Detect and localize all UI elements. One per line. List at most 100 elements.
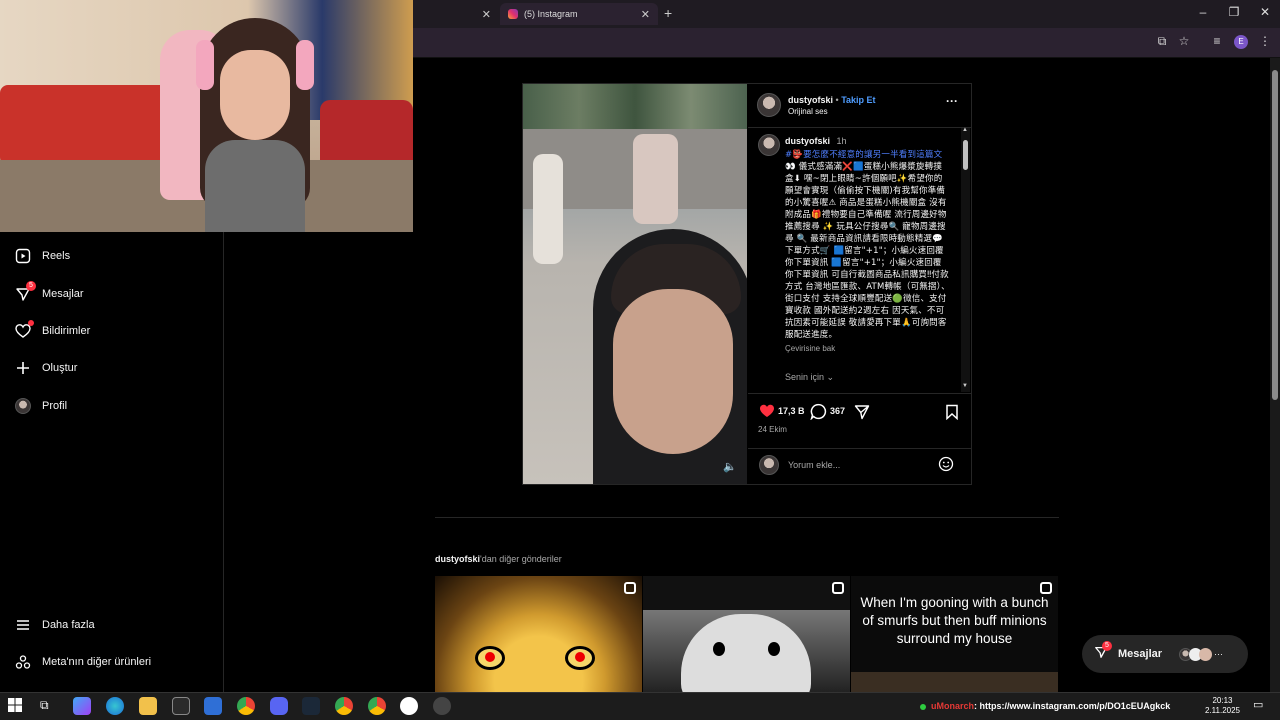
messages-icon: 5 [14,281,36,303]
steam-icon[interactable] [302,697,320,715]
file-explorer-icon[interactable] [139,697,157,715]
minimize-icon[interactable]: – [1193,5,1213,19]
windows-start-icon[interactable] [8,698,22,712]
more-options-icon[interactable]: ··· [946,94,958,108]
profile-avatar[interactable]: E [1234,35,1248,49]
scroll-down-icon[interactable]: ▼ [962,383,968,389]
caption-avatar[interactable] [758,134,780,156]
author-avatar[interactable] [757,93,781,117]
media-control-icon[interactable]: ≡ [1210,34,1224,48]
tab-previous[interactable]: ✕ [413,3,499,25]
sidebar-item-label: Mesajlar [42,288,84,300]
caption-username[interactable]: dustyofski [785,136,830,146]
chrome-icon[interactable] [237,697,255,715]
section-divider [435,517,1059,518]
bookmark-star-icon[interactable]: ☆ [1177,34,1191,48]
follow-button[interactable]: Takip Et [841,95,875,105]
clock-time: 20:13 [1212,696,1233,705]
post-thumbnail[interactable]: When I'm gooning with a bunch of smurfs … [851,576,1058,692]
audio-label[interactable]: Orijinal ses [788,107,828,116]
more-icon: ··· [1214,649,1224,659]
comment-count[interactable]: 367 [830,406,845,416]
close-tab-icon[interactable]: ✕ [641,8,650,21]
page-scroll-thumb[interactable] [1272,70,1278,400]
emoji-icon[interactable] [938,456,954,477]
obs-icon[interactable] [400,697,418,715]
like-count[interactable]: 17,3 B [778,406,805,416]
caption-scroll-thumb[interactable] [963,140,968,170]
browser-toolbar [413,28,1280,58]
post-thumbnail[interactable] [435,576,642,692]
post-thumbnail[interactable] [643,576,850,692]
copilot-icon[interactable] [73,697,91,715]
post-actions: 17,3 B 367 24 Ekim [748,393,971,441]
notification-center-icon[interactable]: ▭ [1253,698,1263,711]
caption-text: 👀 儀式感滿滿❌🟦蛋糕小熊爆漿旋轉撲盒⬇ 嘿~閉上眼睛~許個願吧✨希望你的願望會… [785,162,950,340]
messages-badge: 5 [26,281,36,291]
notification-dot [28,320,34,326]
install-app-icon[interactable]: ⧉ [1155,34,1169,48]
floating-messages-label: Mesajlar [1118,648,1163,660]
save-bookmark-icon[interactable] [945,404,959,425]
sidebar-item-label: Oluştur [42,362,78,374]
chat-ticker: uMonarch: https://www.instagram.com/p/DO… [931,701,1170,711]
comment-icon[interactable] [810,403,827,425]
plus-icon [14,359,32,377]
sidebar-item-reels[interactable]: Reels [14,245,70,267]
messages-badge: 5 [1102,640,1112,651]
tab-instagram[interactable]: (5) Instagram ✕ [500,3,658,25]
comment-input[interactable]: Yorum ekle... [788,460,840,470]
reel-icon [1040,582,1052,594]
close-tab-icon[interactable]: ✕ [482,8,491,21]
separator: • [835,95,839,105]
avatar [1199,647,1213,661]
thumbnail-caption: When I'm gooning with a bunch of smurfs … [860,595,1049,646]
floating-messages-button[interactable]: 5 Mesajlar ··· [1082,635,1248,673]
for-you-dropdown[interactable]: Senin için ⌄ [785,372,834,383]
scroll-up-icon[interactable]: ▲ [962,127,968,133]
caption: dustyofski 1h #👺要怎麼不經意的讓另一半看到這篇文 👀 儀式感滿滿❌… [785,135,950,355]
volume-icon[interactable]: 🔈 [723,460,737,473]
ticker-username: uMonarch [931,701,975,711]
for-you-label: Senin için [785,372,825,382]
sidebar-item-meta[interactable]: Meta'nın diğer ürünleri [14,651,151,673]
task-view-icon[interactable]: ⧉ [40,698,49,713]
reels-icon [14,247,32,265]
reel-icon [624,582,636,594]
close-window-icon[interactable]: ✕ [1255,5,1275,19]
discord-icon[interactable] [270,697,288,715]
restore-icon[interactable]: ❐ [1224,5,1244,19]
instagram-icon [508,9,518,19]
chrome-icon[interactable] [368,697,386,715]
share-icon[interactable] [854,404,870,425]
more-posts-suffix: 'dan diğer gönderiler [480,554,562,564]
chrome-icon[interactable] [335,697,353,715]
sidebar-item-profile[interactable]: Profil [14,395,67,417]
app-icon[interactable] [204,697,222,715]
app-icon[interactable] [433,697,451,715]
reel-video[interactable]: 🔈 [523,84,747,484]
caption-hashtag[interactable]: #👺要怎麼不經意的讓另一半看到這篇文 [785,150,942,160]
caption-time: 1h [836,136,847,146]
sidebar-item-create[interactable]: Oluştur [14,357,77,379]
edge-icon[interactable] [106,697,124,715]
author-username[interactable]: dustyofski [788,95,833,105]
new-tab-icon[interactable]: + [664,5,672,21]
sidebar-item-notifications[interactable]: Bildirimler [14,320,90,342]
post-header: dustyofski • Takip Et Orijinal ses ··· [748,84,971,128]
sidebar-item-more[interactable]: Daha fazla [14,614,95,636]
more-posts-title: dustyofski'dan diğer gönderiler [435,554,562,564]
menu-dots-icon[interactable]: ⋮ [1258,34,1272,48]
sidebar-item-messages[interactable]: 5 Mesajlar [14,281,84,305]
heart-icon [14,320,34,340]
ticker-text: : https://www.instagram.com/p/DO1cEUAgkc… [974,701,1171,711]
webcam-overlay [0,0,413,232]
system-clock[interactable]: 20:13 2.11.2025 [1205,696,1240,716]
store-icon[interactable] [172,697,190,715]
status-dot [920,704,926,710]
like-heart-icon[interactable] [758,403,776,424]
translate-link[interactable]: Çevirisine bak [785,343,950,355]
more-posts-user[interactable]: dustyofski [435,554,480,564]
sidebar-item-label: Profil [42,400,68,412]
clock-date: 2.11.2025 [1205,706,1240,715]
